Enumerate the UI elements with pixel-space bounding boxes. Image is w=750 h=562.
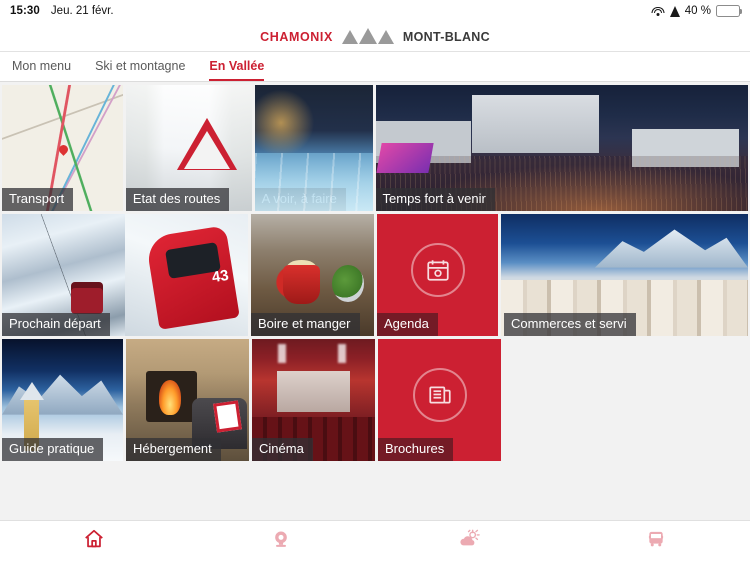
tile-label: Commerces et servi: [504, 312, 636, 336]
tile-label: Transport: [2, 187, 74, 211]
logo-text-montblanc: MONT-BLANC: [402, 29, 490, 44]
weather-icon: [458, 528, 480, 555]
tile-temps-fort-a-venir[interactable]: Temps fort à venir: [375, 85, 749, 211]
tile-label: Hébergement: [126, 437, 221, 461]
tile-row-1: Transport Etat des routes A voir, à fair…: [0, 85, 750, 211]
home-icon: [83, 528, 105, 555]
tile-row-3: Guide pratique Hébergement Cinéma Brochu…: [0, 339, 750, 461]
tab-mon-menu[interactable]: Mon menu: [12, 59, 71, 81]
tile-row-2: 43 Prochain départ Boire et manger Agend…: [0, 214, 750, 336]
wifi-icon: [651, 6, 665, 17]
tile-transport[interactable]: Transport: [2, 85, 123, 211]
tile-boire-et-manger[interactable]: Boire et manger: [251, 214, 374, 336]
webcam-icon: [271, 529, 291, 554]
nav-home[interactable]: [0, 521, 188, 562]
tile-label: Temps fort à venir: [375, 187, 495, 211]
location-arrow-icon: [669, 5, 680, 17]
status-time: 15:30: [10, 5, 40, 17]
tab-bar: Mon menu Ski et montagne En Vallée: [0, 52, 750, 82]
tile-label: Brochures: [378, 437, 454, 461]
bottom-navigation: [0, 520, 750, 562]
tile-hebergement[interactable]: Hébergement: [126, 339, 249, 461]
tile-commerces-et-services[interactable]: Commerces et servi: [501, 214, 748, 336]
nav-transport[interactable]: [563, 521, 750, 562]
status-date: Jeu. 21 févr.: [50, 5, 114, 17]
tile-label: Cinéma: [252, 437, 313, 461]
battery-percent-label: 40 %: [684, 5, 711, 17]
tile-label: Etat des routes: [125, 187, 230, 211]
tab-ski-et-montagne[interactable]: Ski et montagne: [95, 59, 185, 81]
tile-grid: Transport Etat des routes A voir, à fair…: [0, 82, 750, 461]
tile-label: Prochain départ: [2, 312, 110, 336]
bus-icon: [646, 529, 666, 554]
tile-label: Guide pratique: [2, 437, 104, 461]
status-bar: 15:30 Jeu. 21 févr. 40 %: [0, 0, 750, 22]
nav-weather[interactable]: [375, 521, 563, 562]
tile-etat-des-routes[interactable]: Etat des routes: [125, 85, 252, 211]
status-bar-left: 15:30 Jeu. 21 févr.: [10, 5, 114, 17]
brand-logo: CHAMONIX MONT-BLANC: [260, 28, 490, 44]
battery-icon: [716, 5, 743, 17]
tile-guide-pratique[interactable]: Guide pratique: [2, 339, 123, 461]
tile-label: A voir, à faire: [254, 187, 346, 211]
brochure-icon: [412, 368, 467, 423]
status-bar-right: 40 %: [651, 5, 743, 17]
tile-brochures[interactable]: Brochures: [378, 339, 501, 461]
tile-label: Boire et manger: [251, 312, 360, 336]
nav-webcams[interactable]: [188, 521, 376, 562]
calendar-icon: [410, 243, 465, 298]
tile-prochain-depart[interactable]: 43 Prochain départ: [2, 214, 248, 336]
tab-en-vallee[interactable]: En Vallée: [209, 59, 265, 81]
tile-a-voir-a-faire[interactable]: A voir, à faire: [254, 85, 373, 211]
train-number: 43: [210, 266, 230, 286]
logo-text-chamonix: CHAMONIX: [260, 29, 333, 44]
tile-agenda[interactable]: Agenda: [377, 214, 499, 336]
mountain-peaks-icon: [341, 28, 394, 44]
tile-cinema[interactable]: Cinéma: [252, 339, 375, 461]
app-header: CHAMONIX MONT-BLANC: [0, 22, 750, 52]
tile-label: Agenda: [377, 312, 438, 336]
